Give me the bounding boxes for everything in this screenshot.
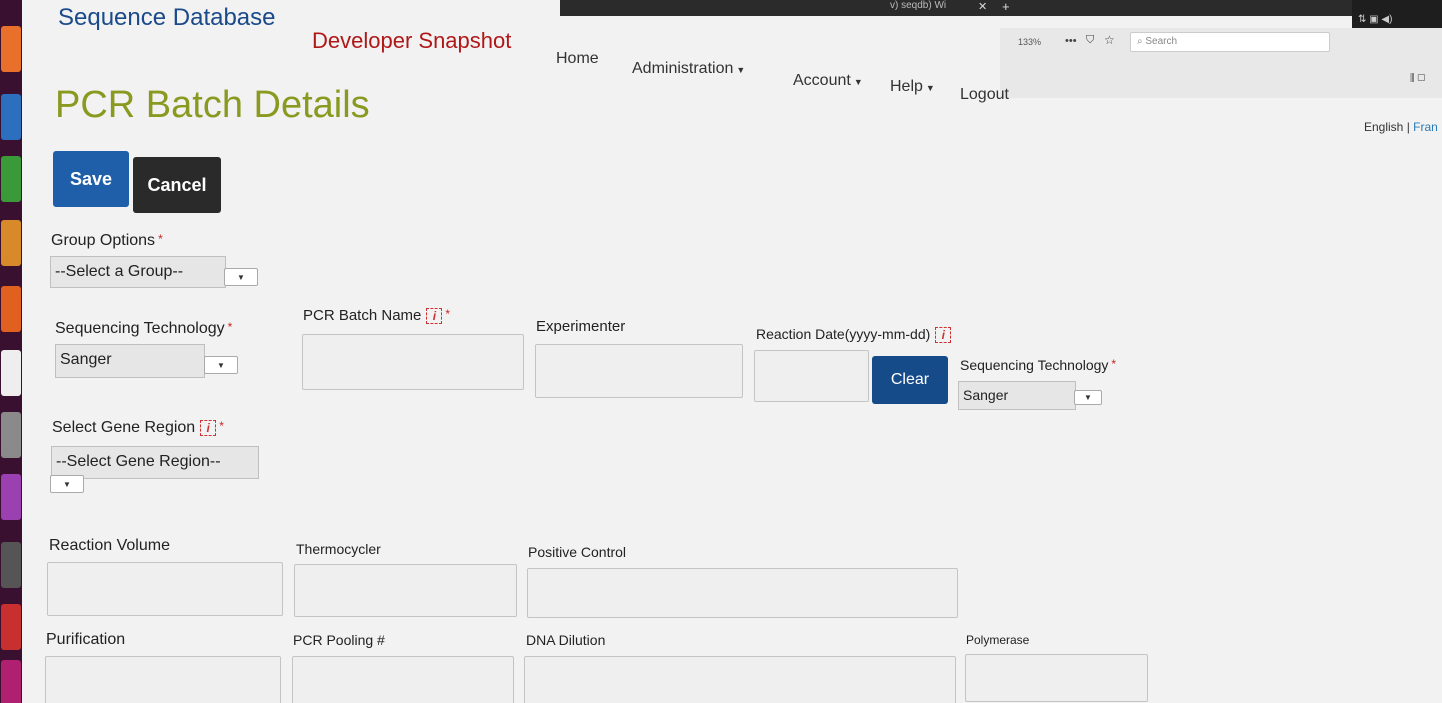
info-icon[interactable]: i bbox=[935, 327, 952, 344]
editor-icon[interactable] bbox=[1, 474, 21, 520]
seq-tech-label: Sequencing Technology * bbox=[55, 320, 232, 338]
save-button[interactable]: Save bbox=[53, 151, 129, 207]
page-title: PCR Batch Details bbox=[55, 84, 370, 126]
pcr-batch-name-text: PCR Batch Name bbox=[303, 307, 422, 324]
thermocycler-input[interactable] bbox=[294, 564, 517, 617]
nav-administration-label: Administration bbox=[632, 60, 734, 77]
reaction-volume-label: Reaction Volume bbox=[49, 537, 170, 554]
seq-tech-select[interactable]: Sanger bbox=[55, 344, 205, 378]
info-icon[interactable]: i bbox=[426, 308, 443, 325]
seq-tech-2-text: Sequencing Technology bbox=[960, 357, 1109, 373]
nav-help-label: Help bbox=[890, 78, 923, 95]
purification-label: Purification bbox=[46, 631, 126, 648]
close-tab-icon[interactable]: ✕ bbox=[978, 0, 987, 13]
terminal-icon[interactable] bbox=[1, 542, 21, 588]
purification-input[interactable] bbox=[45, 656, 281, 703]
pcr-pooling-input[interactable] bbox=[292, 656, 514, 703]
info-icon[interactable]: i bbox=[200, 419, 217, 436]
new-tab-icon[interactable]: + bbox=[1002, 0, 1010, 14]
cancel-button[interactable]: Cancel bbox=[133, 157, 221, 213]
bookmark-star-icon[interactable]: ☆ bbox=[1104, 33, 1115, 47]
nav-help[interactable]: Help ▼ bbox=[890, 78, 935, 96]
group-options-text: Group Options bbox=[51, 232, 156, 249]
reaction-volume-input[interactable] bbox=[47, 562, 283, 616]
browser-tab-strip: v) seqdb) Wi ✕ + bbox=[560, 0, 1442, 16]
language-switcher: English | Fran bbox=[1364, 120, 1438, 134]
dna-dilution-input[interactable] bbox=[524, 656, 956, 703]
required-marker: * bbox=[1111, 357, 1117, 371]
amazon-icon[interactable] bbox=[1, 350, 21, 396]
polymerase-input[interactable] bbox=[965, 654, 1148, 702]
polymerase-label: Polymerase bbox=[966, 633, 1030, 647]
nav-logout[interactable]: Logout bbox=[960, 86, 1009, 104]
gene-region-text: Select Gene Region bbox=[52, 419, 196, 436]
reaction-date-label: Reaction Date(yyyy-mm-dd) i bbox=[756, 326, 952, 344]
firefox-icon[interactable] bbox=[1, 26, 21, 72]
developer-snapshot-label: Developer Snapshot bbox=[312, 28, 512, 53]
reaction-date-input[interactable] bbox=[754, 350, 869, 402]
lang-separator: | bbox=[1406, 120, 1410, 134]
os-launcher bbox=[0, 0, 22, 703]
gene-region-label: Select Gene Region i * bbox=[52, 419, 224, 437]
group-options-label: Group Options * bbox=[51, 232, 163, 250]
app-icon[interactable] bbox=[1, 604, 21, 650]
clear-date-button[interactable]: Clear bbox=[872, 356, 948, 404]
brand-title[interactable]: Sequence Database bbox=[58, 4, 276, 32]
positive-control-label: Positive Control bbox=[528, 544, 627, 560]
browser-toolbar: 133% ••• ⛉ ☆ ⌕ Search ⫼ ▢ bbox=[1000, 28, 1442, 98]
chevron-down-icon: ▼ bbox=[853, 77, 863, 87]
thermocycler-label: Thermocycler bbox=[296, 541, 381, 557]
tab-title[interactable]: v) seqdb) Wi bbox=[890, 0, 946, 11]
search-placeholder: Search bbox=[1145, 36, 1178, 47]
zoom-level[interactable]: 133% bbox=[1018, 37, 1041, 47]
chevron-down-icon: ▼ bbox=[925, 83, 935, 93]
app-icon-2[interactable] bbox=[1, 660, 21, 703]
pcr-batch-name-label: PCR Batch Name i * bbox=[303, 307, 451, 325]
page-actions-icon[interactable]: ••• bbox=[1065, 35, 1077, 47]
chevron-down-icon: ▼ bbox=[736, 65, 746, 75]
experimenter-input[interactable] bbox=[535, 344, 743, 398]
calc-icon[interactable] bbox=[1, 156, 21, 202]
lang-english[interactable]: English bbox=[1364, 120, 1403, 134]
nav-account[interactable]: Account ▼ bbox=[793, 72, 863, 90]
library-icon[interactable]: ⫼ ▢ bbox=[1410, 73, 1425, 84]
settings-icon[interactable] bbox=[1, 412, 21, 458]
seq-tech-2-select[interactable]: Sanger bbox=[958, 381, 1076, 410]
reaction-date-text: Reaction Date(yyyy-mm-dd) bbox=[756, 326, 931, 342]
nav-administration[interactable]: Administration ▼ bbox=[632, 60, 745, 78]
pcr-batch-name-input[interactable] bbox=[302, 334, 524, 390]
pcr-pooling-label: PCR Pooling # bbox=[293, 632, 385, 648]
required-marker: * bbox=[158, 232, 163, 246]
nav-account-label: Account bbox=[793, 72, 851, 89]
lang-french[interactable]: Fran bbox=[1413, 120, 1438, 134]
seq-tech-2-label: Sequencing Technology * bbox=[960, 357, 1116, 373]
group-options-dropdown-icon[interactable]: ▼ bbox=[224, 268, 258, 286]
experimenter-label: Experimenter bbox=[536, 318, 626, 335]
required-marker: * bbox=[445, 307, 451, 321]
writer-icon[interactable] bbox=[1, 94, 21, 140]
dna-dilution-label: DNA Dilution bbox=[526, 632, 606, 648]
gene-region-dropdown-icon[interactable]: ▼ bbox=[50, 475, 84, 493]
impress-icon[interactable] bbox=[1, 220, 21, 266]
nav-home[interactable]: Home bbox=[556, 50, 599, 68]
software-center-icon[interactable] bbox=[1, 286, 21, 332]
positive-control-input[interactable] bbox=[527, 568, 958, 618]
seq-tech-dropdown-icon[interactable]: ▼ bbox=[204, 356, 238, 374]
browser-search-input[interactable]: ⌕ Search bbox=[1130, 32, 1330, 52]
group-options-select[interactable]: --Select a Group-- bbox=[50, 256, 226, 288]
seq-tech-text: Sequencing Technology bbox=[55, 320, 225, 337]
required-marker: * bbox=[227, 320, 233, 334]
pocket-icon[interactable]: ⛉ bbox=[1086, 34, 1094, 47]
seq-tech-2-dropdown-icon[interactable]: ▼ bbox=[1074, 390, 1102, 405]
required-marker: * bbox=[219, 419, 224, 433]
